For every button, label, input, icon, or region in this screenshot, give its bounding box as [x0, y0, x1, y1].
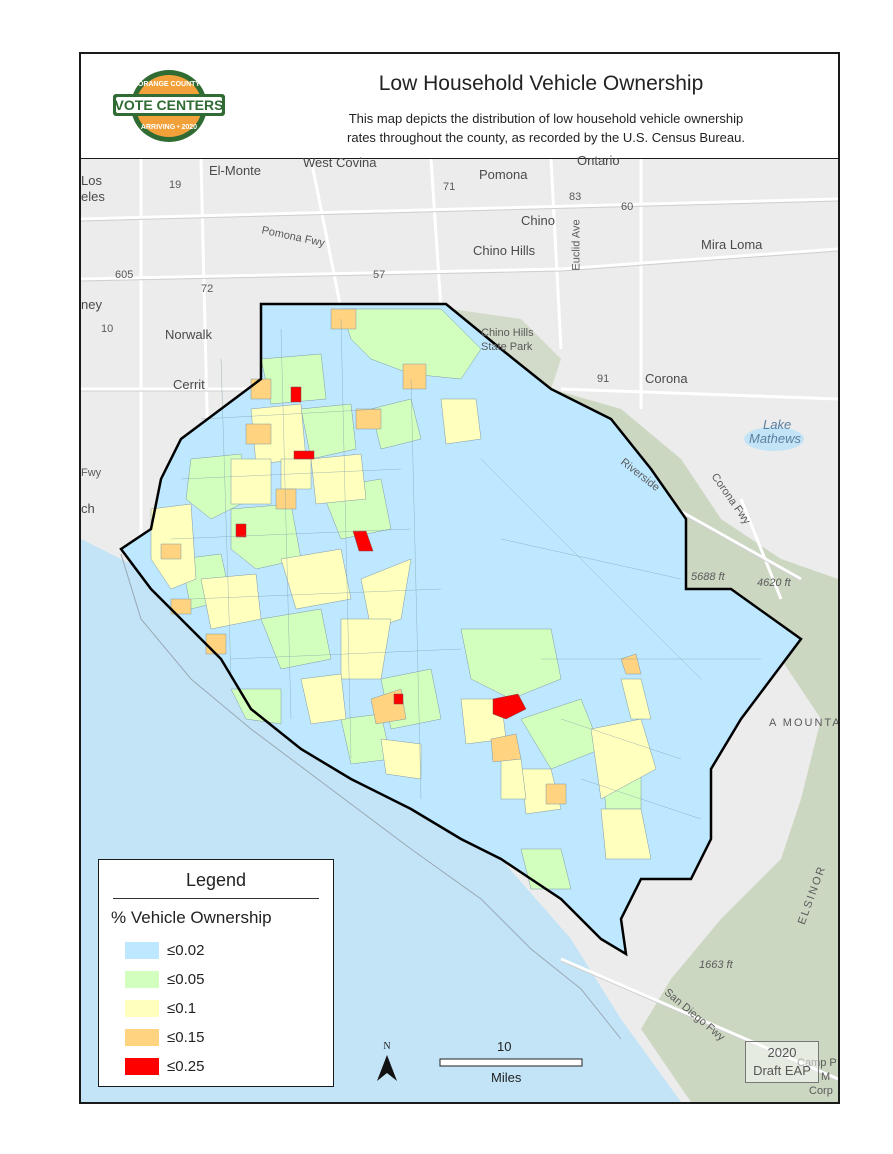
label-peak-1663: 1663 ft	[699, 959, 733, 971]
legend-swatch	[125, 1029, 159, 1046]
label-corona: Corona	[645, 371, 688, 386]
logo-top-text: ORANGE COUNTY	[138, 81, 201, 88]
label-hwy-60: 60	[621, 201, 634, 213]
label-chino-hills-park-2: State Park	[481, 341, 533, 353]
label-hwy-83: 83	[569, 191, 582, 203]
scale-bar-graphic	[439, 1058, 583, 1067]
label-beach: ch	[81, 501, 95, 516]
map-header: ORANGE COUNTY VOTE CENTERS ARRIVING • 20…	[81, 54, 838, 159]
label-mountains: A MOUNTA	[769, 717, 840, 729]
label-west-covina: West Covina	[303, 155, 377, 170]
legend-swatch	[125, 971, 159, 988]
label-camp-3: Corp	[809, 1085, 833, 1097]
label-cerritos: Cerrit	[173, 377, 205, 392]
scale-unit: Miles	[491, 1070, 522, 1085]
label-chino: Chino	[521, 213, 555, 228]
logo-bottom-text: ARRIVING • 2020	[141, 124, 197, 131]
label-ontario: Ontario	[577, 153, 620, 168]
label-norwalk: Norwalk	[165, 327, 212, 342]
subtitle-line-1: This map depicts the distribution of low…	[348, 111, 744, 126]
logo-main-text: VOTE CENTERS	[115, 97, 224, 113]
legend-swatch	[125, 1058, 159, 1075]
label-hwy-71: 71	[443, 181, 456, 193]
label-hwy-72: 72	[201, 283, 214, 295]
draft-label: Draft EAP	[753, 1063, 811, 1078]
legend-divider	[113, 898, 319, 899]
map-frame: ORANGE COUNTY VOTE CENTERS ARRIVING • 20…	[79, 52, 840, 1104]
label-los: Los	[81, 173, 102, 188]
map-subtitle: This map depicts the distribution of low…	[276, 109, 816, 147]
label-hwy-605: 605	[115, 269, 134, 281]
scale-bar: 10 Miles	[439, 1039, 584, 1085]
label-camp-2: M	[821, 1071, 831, 1083]
legend-subtitle: % Vehicle Ownership	[111, 908, 272, 927]
label-lake-1: Lake	[763, 417, 792, 432]
label-peak-4620: 4620 ft	[757, 577, 791, 589]
label-euclid-ave: Euclid Ave	[570, 219, 583, 271]
label-angeles: eles	[81, 189, 105, 204]
north-label: N	[383, 1041, 390, 1052]
label-mira-loma: Mira Loma	[701, 237, 763, 252]
label-downey: ney	[81, 297, 102, 312]
north-arrow-icon: N	[377, 1041, 397, 1081]
north-arrow: N	[375, 1039, 399, 1084]
vote-centers-logo: ORANGE COUNTY VOTE CENTERS ARRIVING • 20…	[113, 70, 225, 142]
legend: Legend % Vehicle Ownership ≤0.02 ≤0.05 ≤…	[98, 859, 334, 1087]
label-lake-2: Mathews	[749, 431, 802, 446]
legend-label: ≤0.1	[167, 1000, 197, 1017]
draft-year: 2020	[767, 1045, 797, 1060]
legend-label: ≤0.02	[167, 942, 205, 959]
draft-stamp: 2020 Draft EAP	[745, 1041, 819, 1083]
label-chino-hills: Chino Hills	[473, 243, 536, 258]
label-hwy-91: 91	[597, 373, 610, 385]
legend-title: Legend	[185, 870, 247, 890]
legend-swatch	[125, 1000, 159, 1017]
label-pomona: Pomona	[479, 167, 528, 182]
label-hwy-57: 57	[373, 269, 386, 281]
map-title: Low Household Vehicle Ownership	[378, 72, 704, 95]
legend-label: ≤0.15	[167, 1029, 205, 1046]
subtitle-line-2: rates throughout the county, as recorded…	[347, 130, 745, 145]
label-peak-5688: 5688 ft	[691, 571, 725, 583]
legend-swatch	[125, 942, 159, 959]
legend-label: ≤0.05	[167, 971, 205, 988]
scale-value: 10	[497, 1039, 512, 1054]
label-chino-hills-park-1: Chino Hills	[481, 327, 534, 339]
label-hwy-10: 10	[101, 323, 114, 335]
label-fwy-left: Fwy	[81, 467, 102, 479]
legend-label: ≤0.25	[167, 1058, 205, 1075]
label-el-monte: El-Monte	[209, 163, 262, 178]
label-hwy-19: 19	[169, 179, 182, 191]
